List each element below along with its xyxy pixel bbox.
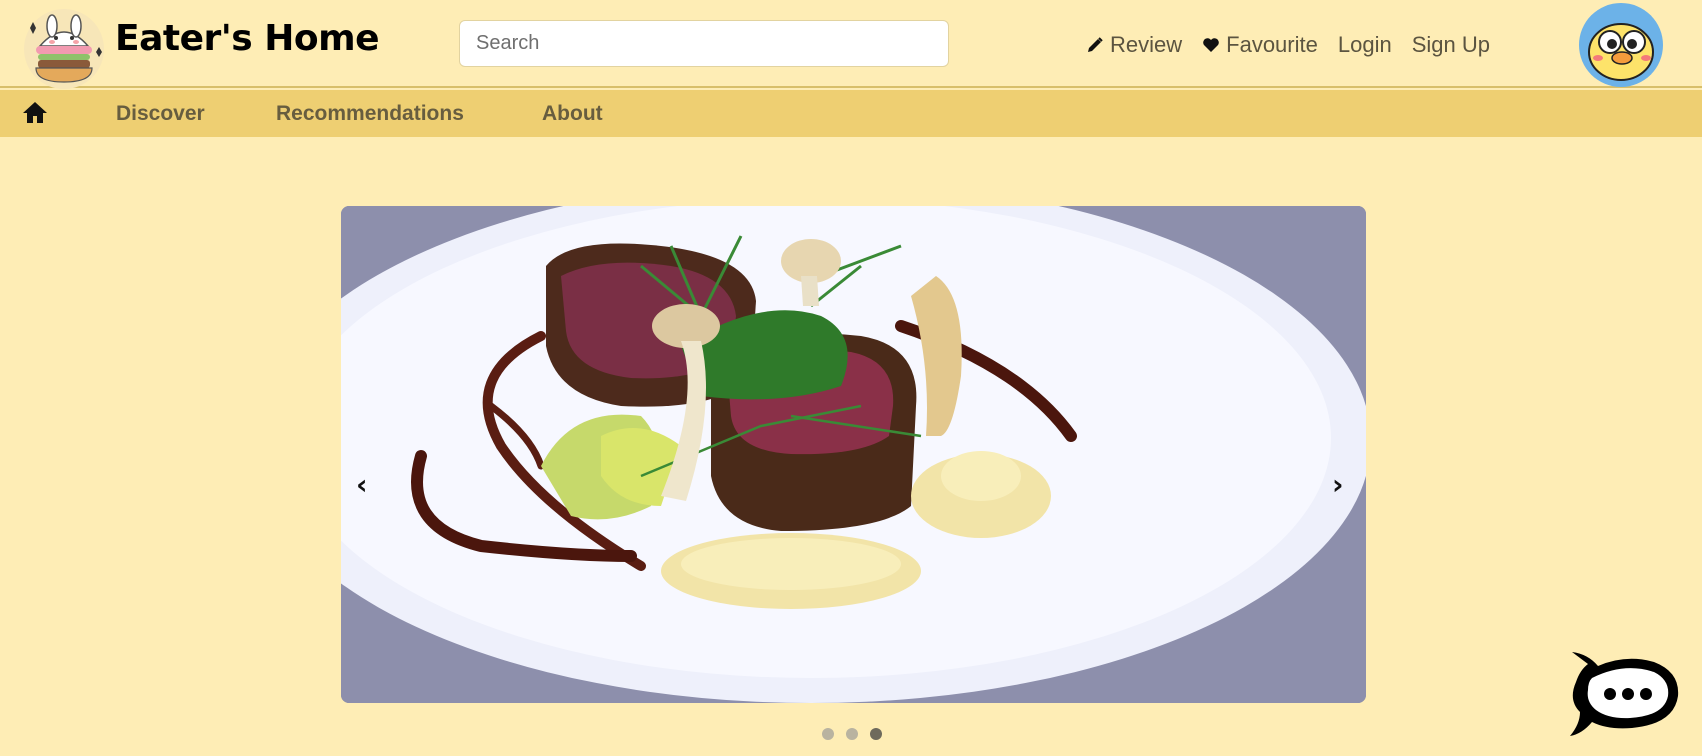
site-title[interactable]: Eater's Home: [115, 18, 380, 59]
carousel-indicator[interactable]: [846, 728, 858, 740]
avatar[interactable]: [1572, 2, 1670, 88]
nav-about[interactable]: About: [542, 102, 603, 126]
favourite-link[interactable]: Favourite: [1202, 32, 1318, 58]
carousel-indicator-active[interactable]: [870, 728, 882, 740]
signup-link[interactable]: Sign Up: [1412, 32, 1490, 58]
signup-label: Sign Up: [1411, 32, 1490, 57]
login-label: Login: [1337, 32, 1392, 57]
nav-recommendations[interactable]: Recommendations: [276, 102, 464, 126]
home-icon[interactable]: [22, 100, 48, 124]
login-link[interactable]: Login: [1338, 32, 1392, 58]
pencil-icon: [1088, 37, 1103, 52]
nav-discover[interactable]: Discover: [116, 102, 205, 126]
carousel-prev-button[interactable]: ‹: [356, 468, 368, 501]
review-label: Review: [1110, 32, 1183, 57]
burger-bunny-logo[interactable]: [18, 8, 110, 90]
carousel-indicators: [822, 728, 894, 740]
favourite-label: Favourite: [1226, 32, 1318, 57]
nav-bar: Discover Recommendations About: [0, 90, 1702, 137]
review-link[interactable]: Review: [1086, 32, 1182, 58]
carousel-indicator[interactable]: [822, 728, 834, 740]
image-carousel[interactable]: [341, 206, 1366, 703]
header: Eater's Home Review Favourite Login Sign…: [0, 0, 1702, 90]
heart-icon: [1203, 38, 1219, 52]
chat-bubble-icon[interactable]: [1568, 648, 1684, 740]
carousel-next-button[interactable]: ›: [1332, 468, 1344, 501]
carousel-slide-image: [341, 206, 1366, 703]
top-links: Review Favourite Login Sign Up: [1086, 30, 1510, 60]
search-input[interactable]: [459, 20, 949, 67]
